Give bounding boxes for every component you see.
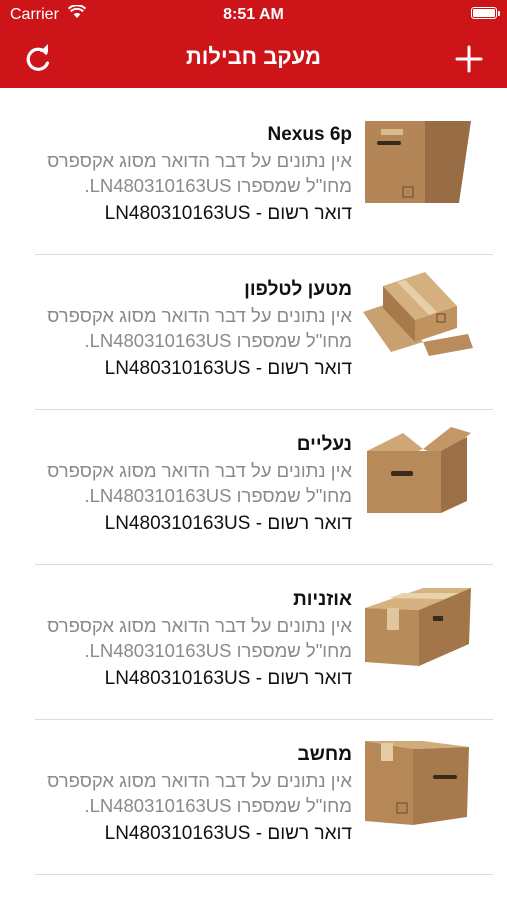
tracking-number: דואר רשום - LN480310163US <box>104 203 352 224</box>
package-status: אין נתונים על דבר הדואר מסוג אקספרס מחו"… <box>47 615 352 661</box>
package-text: נעליים אין נתונים על דבר הדואר מסוג אקספ… <box>0 432 352 537</box>
clock: 8:51 AM <box>223 6 284 23</box>
package-row[interactable]: Nexus 6p אין נתונים על דבר הדואר מסוג אק… <box>0 100 507 255</box>
navigation-bar: מעקב חבילות <box>0 30 507 88</box>
plus-icon <box>455 45 483 73</box>
row-divider <box>35 874 493 875</box>
package-title: אוזניות <box>293 589 352 610</box>
package-title: מחשב <box>297 744 352 765</box>
closed-box-front-icon <box>365 121 471 203</box>
taped-box-icon <box>365 588 471 666</box>
package-title: מטען לטלפון <box>244 279 352 300</box>
package-status: אין נתונים על דבר הדואר מסוג אקספרס מחו"… <box>47 770 352 816</box>
tracking-number: דואר רשום - LN480310163US <box>104 668 352 689</box>
package-text: מחשב אין נתונים על דבר הדואר מסוג אקספרס… <box>0 742 352 847</box>
package-title: נעליים <box>296 434 352 455</box>
tracking-number: דואר רשום - LN480310163US <box>104 513 352 534</box>
add-package-button[interactable] <box>451 41 487 77</box>
tracking-number: דואר רשום - LN480310163US <box>104 823 352 844</box>
app-header: Carrier 8:51 AM מעקב חבילות <box>0 0 507 88</box>
package-text: אוזניות אין נתונים על דבר הדואר מסוג אקס… <box>0 587 352 692</box>
package-title: Nexus 6p <box>267 124 352 145</box>
package-status: אין נתונים על דבר הדואר מסוג אקספרס מחו"… <box>47 305 352 351</box>
package-list: Nexus 6p אין נתונים על דבר הדואר מסוג אק… <box>0 100 507 875</box>
package-row[interactable]: מחשב אין נתונים על דבר הדואר מסוג אקספרס… <box>0 720 507 875</box>
package-text: Nexus 6p אין נתונים על דבר הדואר מסוג אק… <box>0 122 352 227</box>
package-row[interactable]: מטען לטלפון אין נתונים על דבר הדואר מסוג… <box>0 255 507 410</box>
package-status: אין נתונים על דבר הדואר מסוג אקספרס מחו"… <box>47 460 352 506</box>
page-title: מעקב חבילות <box>185 44 322 69</box>
package-status: אין נתונים על דבר הדואר מסוג אקספרס מחו"… <box>47 150 352 196</box>
status-bar: Carrier 8:51 AM <box>0 0 507 30</box>
closed-box-side-icon <box>365 741 469 825</box>
package-text: מטען לטלפון אין נתונים על דבר הדואר מסוג… <box>0 277 352 382</box>
package-row[interactable]: אוזניות אין נתונים על דבר הדואר מסוג אקס… <box>0 565 507 720</box>
battery-icon <box>471 7 500 19</box>
tracking-number: דואר רשום - LN480310163US <box>104 358 352 379</box>
open-flaps-box-icon <box>363 272 473 356</box>
open-top-box-icon <box>367 427 471 513</box>
package-row[interactable]: נעליים אין נתונים על דבר הדואר מסוג אקספ… <box>0 410 507 565</box>
